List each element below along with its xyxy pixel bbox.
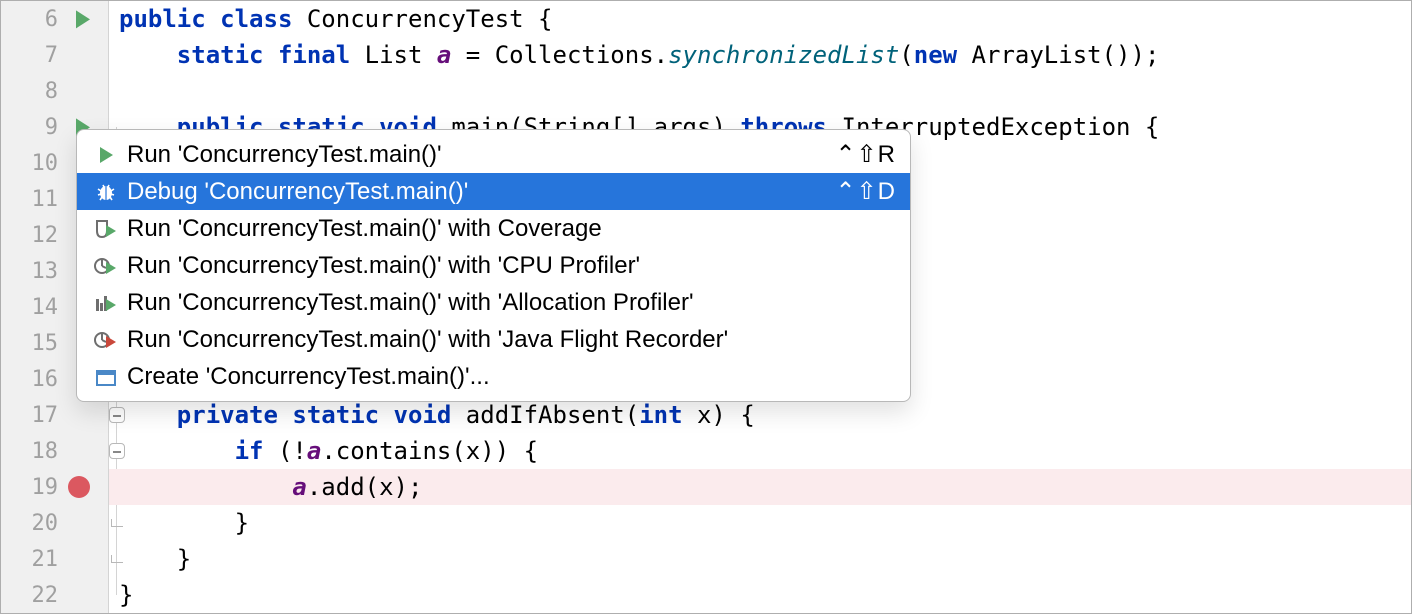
code-token: private bbox=[177, 401, 293, 429]
jfr-icon bbox=[91, 330, 121, 350]
code-token: = Collections. bbox=[451, 41, 668, 69]
code-line-19[interactable]: a.add(x); bbox=[109, 469, 1411, 505]
line-number: 15 bbox=[30, 331, 58, 356]
line-number: 21 bbox=[30, 547, 58, 572]
code-line-8[interactable] bbox=[109, 73, 1411, 109]
line-number: 19 bbox=[30, 475, 58, 500]
line-number: 10 bbox=[30, 151, 58, 176]
code-token: int bbox=[639, 401, 697, 429]
code-token: ( bbox=[899, 41, 913, 69]
gutter-line-8[interactable]: 8 bbox=[1, 73, 108, 109]
code-editor: 6 7 8 9 10 11 12 13 14 15 16 17 18 19 20 21 22 public cl… bbox=[1, 1, 1411, 613]
menu-item-profiler[interactable]: Run 'ConcurrencyTest.main()' with 'CPU P… bbox=[77, 247, 910, 284]
menu-item-label: Debug 'ConcurrencyTest.main()' bbox=[127, 178, 835, 206]
line-number: 6 bbox=[30, 7, 58, 32]
menu-item-label: Run 'ConcurrencyTest.main()' with 'Java … bbox=[127, 326, 896, 354]
code-token: static bbox=[292, 401, 393, 429]
breakpoint-icon[interactable] bbox=[68, 476, 90, 498]
code-token: } bbox=[119, 545, 191, 573]
menu-item-play[interactable]: Run 'ConcurrencyTest.main()'⌃⇧R bbox=[77, 136, 910, 173]
bug-icon bbox=[91, 181, 121, 203]
code-token: } bbox=[119, 581, 133, 609]
code-line-21[interactable]: } bbox=[109, 541, 1411, 577]
menu-item-bug[interactable]: Debug 'ConcurrencyTest.main()'⌃⇧D bbox=[77, 173, 910, 210]
line-number: 13 bbox=[30, 259, 58, 284]
gutter-line-22[interactable]: 22 bbox=[1, 577, 108, 613]
code-token: new bbox=[914, 41, 972, 69]
menu-item-label: Run 'ConcurrencyTest.main()' with 'CPU P… bbox=[127, 252, 896, 280]
line-number: 18 bbox=[30, 439, 58, 464]
line-number: 11 bbox=[30, 187, 58, 212]
code-token: static bbox=[177, 41, 278, 69]
line-number: 14 bbox=[30, 295, 58, 320]
code-token: (! bbox=[278, 437, 307, 465]
coverage-icon bbox=[91, 219, 121, 239]
code-token bbox=[119, 473, 292, 501]
gutter-line-20[interactable]: 20 bbox=[1, 505, 108, 541]
gutter-line-18[interactable]: 18 bbox=[1, 433, 108, 469]
code-line-7[interactable]: static final List a = Collections.synchr… bbox=[109, 37, 1411, 73]
gutter-line-17[interactable]: 17 bbox=[1, 397, 108, 433]
menu-item-shortcut: ⌃⇧D bbox=[835, 177, 896, 206]
menu-item-label: Create 'ConcurrencyTest.main()'... bbox=[127, 363, 896, 391]
line-number: 16 bbox=[30, 367, 58, 392]
menu-item-jfr[interactable]: Run 'ConcurrencyTest.main()' with 'Java … bbox=[77, 321, 910, 358]
code-token: class bbox=[220, 5, 307, 33]
code-line-18[interactable]: if (!a.contains(x)) { bbox=[109, 433, 1411, 469]
code-line-17[interactable]: private static void addIfAbsent(int x) { bbox=[109, 397, 1411, 433]
code-token: final bbox=[278, 41, 365, 69]
menu-item-shortcut: ⌃⇧R bbox=[835, 140, 896, 169]
gutter-line-7[interactable]: 7 bbox=[1, 37, 108, 73]
gutter-line-21[interactable]: 21 bbox=[1, 541, 108, 577]
menu-item-label: Run 'ConcurrencyTest.main()' with 'Alloc… bbox=[127, 289, 896, 317]
code-token: a bbox=[292, 473, 306, 501]
alloc-icon bbox=[91, 293, 121, 313]
code-token: x) { bbox=[697, 401, 755, 429]
code-token: ConcurrencyTest { bbox=[307, 5, 553, 33]
code-token: ArrayList()); bbox=[972, 41, 1160, 69]
code-line-22[interactable]: } bbox=[109, 577, 1411, 613]
code-token: a bbox=[307, 437, 321, 465]
code-token: a bbox=[437, 41, 451, 69]
menu-item-create[interactable]: Create 'ConcurrencyTest.main()'... bbox=[77, 358, 910, 395]
code-token: void bbox=[394, 401, 466, 429]
play-icon bbox=[91, 145, 121, 165]
code-token: public bbox=[119, 5, 220, 33]
gutter-line-6[interactable]: 6 bbox=[1, 1, 108, 37]
code-token: addIfAbsent( bbox=[466, 401, 639, 429]
menu-item-label: Run 'ConcurrencyTest.main()' bbox=[127, 141, 835, 169]
code-line-6[interactable]: public class ConcurrencyTest { bbox=[109, 1, 1411, 37]
line-number: 20 bbox=[30, 511, 58, 536]
code-token bbox=[119, 41, 177, 69]
line-number: 12 bbox=[30, 223, 58, 248]
create-icon bbox=[91, 367, 121, 387]
gutter-line-19[interactable]: 19 bbox=[1, 469, 108, 505]
line-number: 7 bbox=[30, 43, 58, 68]
line-number: 22 bbox=[30, 583, 58, 608]
code-token: synchronizedList bbox=[668, 41, 899, 69]
code-token: } bbox=[119, 509, 249, 537]
line-number: 17 bbox=[30, 403, 58, 428]
menu-item-alloc[interactable]: Run 'ConcurrencyTest.main()' with 'Alloc… bbox=[77, 284, 910, 321]
code-token: .add(x); bbox=[307, 473, 423, 501]
code-token bbox=[119, 401, 177, 429]
code-token: if bbox=[235, 437, 278, 465]
menu-item-label: Run 'ConcurrencyTest.main()' with Covera… bbox=[127, 215, 896, 243]
run-gutter-icon[interactable] bbox=[76, 10, 90, 28]
code-token: .contains(x)) { bbox=[321, 437, 538, 465]
code-line-20[interactable]: } bbox=[109, 505, 1411, 541]
run-context-menu: Run 'ConcurrencyTest.main()'⌃⇧RDebug 'Co… bbox=[76, 129, 911, 402]
code-token bbox=[119, 437, 235, 465]
profiler-icon bbox=[91, 256, 121, 276]
menu-item-coverage[interactable]: Run 'ConcurrencyTest.main()' with Covera… bbox=[77, 210, 910, 247]
code-token: List bbox=[365, 41, 437, 69]
line-number: 8 bbox=[30, 79, 58, 104]
line-number: 9 bbox=[30, 115, 58, 140]
